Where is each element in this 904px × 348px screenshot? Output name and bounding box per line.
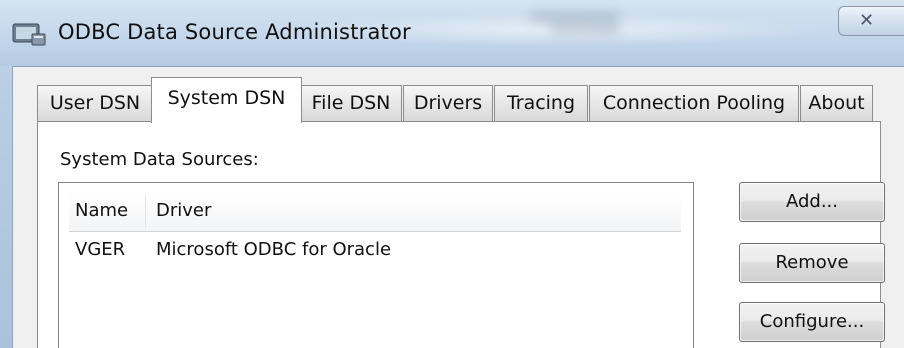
dialog-client-area: User DSN System DSN File DSN Drivers Tra… xyxy=(12,66,904,348)
list-header: Name Driver xyxy=(69,191,681,232)
title-bar[interactable]: ODBC Data Source Administrator ✕ xyxy=(0,0,904,66)
row-name-cell: VGER xyxy=(75,239,126,260)
remove-button[interactable]: Remove xyxy=(739,243,885,283)
column-divider[interactable] xyxy=(145,195,146,227)
tab-strip: User DSN System DSN File DSN Drivers Tra… xyxy=(37,77,897,123)
tab-connection-pooling[interactable]: Connection Pooling xyxy=(589,85,799,121)
system-data-sources-label: System Data Sources: xyxy=(60,149,259,170)
tab-user-dsn[interactable]: User DSN xyxy=(37,85,153,121)
column-header-driver[interactable]: Driver xyxy=(156,191,211,231)
tab-drivers[interactable]: Drivers xyxy=(403,85,493,121)
odbc-dialog-window: ODBC Data Source Administrator ✕ User DS… xyxy=(0,0,904,348)
window-title: ODBC Data Source Administrator xyxy=(58,20,411,44)
tab-file-dsn[interactable]: File DSN xyxy=(300,85,402,121)
data-sources-list[interactable]: Name Driver VGER Microsoft ODBC for Orac… xyxy=(58,182,694,348)
column-header-name[interactable]: Name xyxy=(75,191,128,231)
background-window-blur xyxy=(510,8,670,48)
row-driver-cell: Microsoft ODBC for Oracle xyxy=(156,239,392,260)
list-item[interactable]: VGER Microsoft ODBC for Oracle xyxy=(69,233,681,267)
close-button[interactable]: ✕ xyxy=(838,6,904,36)
tab-system-dsn[interactable]: System DSN xyxy=(151,77,302,123)
add-button[interactable]: Add... xyxy=(739,182,885,222)
tab-about[interactable]: About xyxy=(800,85,873,121)
tab-tracing[interactable]: Tracing xyxy=(494,85,588,121)
close-icon: ✕ xyxy=(858,10,875,31)
configure-button[interactable]: Configure... xyxy=(739,302,885,342)
odbc-app-icon xyxy=(12,23,46,46)
